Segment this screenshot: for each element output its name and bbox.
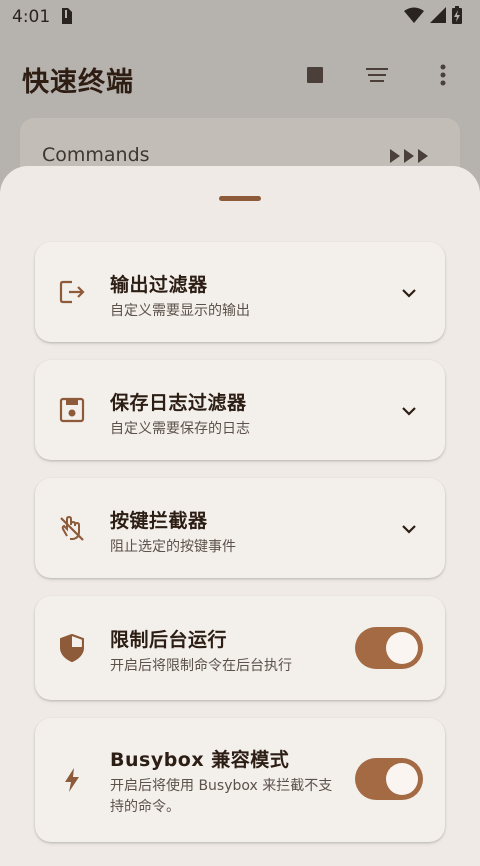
app-title: 快速终端 (22, 67, 134, 98)
chevron-down-icon[interactable] (399, 519, 419, 539)
output-export-icon (57, 277, 87, 307)
wifi-icon (404, 7, 424, 27)
restrict-background-subtitle: 开启后将限制命令在后台执行 (110, 658, 292, 674)
more-vertical-icon (440, 64, 446, 90)
output-filter-title: 输出过滤器 (110, 274, 208, 296)
chevron-down-icon[interactable] (399, 283, 419, 303)
stop-icon (307, 67, 323, 87)
key-interceptor-item[interactable]: 按键拦截器 阻止选定的按键事件 (35, 478, 445, 578)
more-options-button[interactable] (428, 62, 458, 92)
sort-button[interactable] (362, 62, 392, 92)
bottom-sheet: 输出过滤器 自定义需要显示的输出 保存日志过滤器 自定义需要保存的日志 按键拦截… (0, 166, 480, 866)
sim-card-icon (60, 8, 72, 28)
sort-icon (364, 67, 390, 87)
toggle-knob (386, 632, 418, 664)
restrict-background-item[interactable]: 限制后台运行 开启后将限制命令在后台执行 (35, 596, 445, 700)
busybox-compat-subtitle: 开启后将使用 Busybox 来拦截不支持的命令。 (110, 778, 333, 815)
restrict-background-toggle[interactable] (355, 627, 423, 669)
sheet-drag-handle[interactable] (219, 196, 261, 201)
battery-charging-icon (452, 6, 462, 28)
busybox-compat-item[interactable]: Busybox 兼容模式 开启后将使用 Busybox 来拦截不支持的命令。 (35, 718, 445, 842)
key-interceptor-title: 按键拦截器 (110, 510, 208, 532)
restrict-background-title: 限制后台运行 (110, 629, 228, 651)
shield-icon (57, 633, 87, 663)
output-filter-item[interactable]: 输出过滤器 自定义需要显示的输出 (35, 242, 445, 342)
touch-off-icon (57, 513, 87, 543)
chevron-down-icon[interactable] (399, 401, 419, 421)
bolt-icon (57, 765, 87, 795)
busybox-compat-toggle[interactable] (355, 758, 423, 800)
status-time: 4:01 (12, 7, 51, 27)
app-bar: 快速终端 (0, 40, 480, 112)
output-filter-subtitle: 自定义需要显示的输出 (110, 303, 250, 319)
stop-button[interactable] (300, 62, 330, 92)
commands-label: Commands (42, 144, 150, 166)
toggle-knob (386, 763, 418, 795)
save-floppy-icon (57, 395, 87, 425)
save-log-filter-title: 保存日志过滤器 (110, 392, 247, 414)
status-bar: 4:01 (0, 0, 480, 32)
system-icons (404, 6, 462, 28)
busybox-compat-title: Busybox 兼容模式 (110, 749, 290, 771)
save-log-filter-item[interactable]: 保存日志过滤器 自定义需要保存的日志 (35, 360, 445, 460)
signal-icon (430, 7, 446, 27)
run-arrows-icon[interactable] (390, 148, 430, 167)
save-log-filter-subtitle: 自定义需要保存的日志 (110, 421, 250, 437)
key-interceptor-subtitle: 阻止选定的按键事件 (110, 539, 236, 555)
